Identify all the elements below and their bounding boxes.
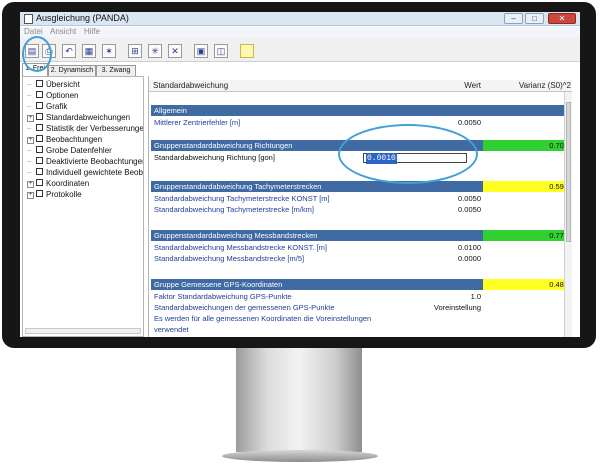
highlight-circle-toolbar xyxy=(22,36,52,72)
tree-item-uebersicht[interactable]: ┄ Übersicht xyxy=(27,80,143,90)
menu-hilfe[interactable]: Hilfe xyxy=(84,27,100,36)
table-icon[interactable]: ⊞ xyxy=(128,44,142,58)
scrollbar-thumb[interactable] xyxy=(566,102,571,242)
expand-icon[interactable]: + xyxy=(27,181,34,188)
expand-icon[interactable]: + xyxy=(27,115,34,122)
calculator-icon[interactable]: ▦ xyxy=(82,44,96,58)
tree-item-koordinaten[interactable]: + Koordinaten xyxy=(27,179,143,189)
menu-bar: Datei Ansicht Hilfe xyxy=(20,27,580,38)
note-icon[interactable] xyxy=(240,44,254,58)
node-icon xyxy=(36,135,43,142)
tab-zwang[interactable]: 3. Zwang xyxy=(96,65,136,76)
variance-badge: 0.488 xyxy=(483,279,571,290)
table-row[interactable]: Mittlerer Zentrierfehler [m] 0.0050 xyxy=(151,117,572,128)
tree-item-grobe-datenfehler[interactable]: ┄ Grobe Datenfehler xyxy=(27,146,143,156)
screen: Ausgleichung (PANDA) – □ ✕ Datei Ansicht… xyxy=(20,12,580,337)
tab-dynamisch[interactable]: 2. Dynamisch xyxy=(48,65,96,76)
tree-item-statistik[interactable]: ┄ Statistik der Verbesserungen xyxy=(27,124,143,134)
column-header-name[interactable]: Standardabweichung xyxy=(153,80,228,92)
toolbar: ▤ ⎙ ↶ ▦ ✶ ⊞ ✳ ✕ ▣ ◫ xyxy=(20,38,580,62)
close-button[interactable]: ✕ xyxy=(548,13,576,24)
section-row[interactable]: Gruppe Gemessene GPS-Koordinaten 0.488 xyxy=(151,279,572,290)
window-icon[interactable]: ▣ xyxy=(194,44,208,58)
tree-item-standardabweichungen[interactable]: + Standardabweichungen xyxy=(27,113,143,123)
node-icon xyxy=(36,157,43,164)
maximize-button[interactable]: □ xyxy=(525,13,544,24)
variance-badge: 0.773 xyxy=(483,230,571,241)
column-header-variance[interactable]: Varianz (S0)^2 xyxy=(485,80,571,92)
section-row[interactable]: Gruppenstandardabweichung Messbandstreck… xyxy=(151,230,572,241)
node-icon xyxy=(36,190,43,197)
section-row[interactable]: Allgemein xyxy=(151,105,572,116)
node-icon xyxy=(36,179,43,186)
table-row[interactable]: verwendet xyxy=(151,324,572,335)
variance-badge: 0.593 xyxy=(483,181,571,192)
table-row[interactable]: Standardabweichungen der gemessenen GPS-… xyxy=(151,302,572,313)
node-icon xyxy=(36,113,43,120)
network-cross-icon[interactable]: ✕ xyxy=(168,44,182,58)
menu-datei[interactable]: Datei xyxy=(24,27,43,36)
monitor-bezel: Ausgleichung (PANDA) – □ ✕ Datei Ansicht… xyxy=(2,2,596,348)
tree-item-deaktivierte[interactable]: ┄ Deaktivierte Beobachtungen xyxy=(27,157,143,167)
grid-vertical-scrollbar[interactable] xyxy=(564,92,572,337)
app-icon xyxy=(24,14,33,24)
tree-item-grafik[interactable]: ┄ Grafik xyxy=(27,102,143,112)
node-icon xyxy=(36,124,43,131)
expand-icon[interactable]: + xyxy=(27,137,34,144)
node-icon xyxy=(36,80,43,87)
grid-header: Standardabweichung Wert Varianz (S0)^2 xyxy=(149,80,572,92)
monitor-base xyxy=(222,450,378,462)
tree-item-protokolle[interactable]: + Protokolle xyxy=(27,190,143,200)
tree-horizontal-scrollbar[interactable] xyxy=(25,328,141,334)
table-row[interactable]: Standardabweichung Messbandstrecke KONST… xyxy=(151,242,572,253)
expand-icon[interactable]: + xyxy=(27,192,34,199)
network-select-icon[interactable]: ✳ xyxy=(148,44,162,58)
undo-icon[interactable]: ↶ xyxy=(62,44,76,58)
tree-item-individuell[interactable]: ┄ Individuell gewichtete Beob xyxy=(27,168,143,178)
node-icon xyxy=(36,91,43,98)
network-icon[interactable]: ✶ xyxy=(102,44,116,58)
navigation-tree: ┄ Übersicht ┄ Optionen ┄ Grafik + Standardab… xyxy=(22,76,144,337)
tree-item-optionen[interactable]: ┄ Optionen xyxy=(27,91,143,101)
window-title: Ausgleichung (PANDA) xyxy=(36,13,129,23)
properties-grid: Standardabweichung Wert Varianz (S0)^2 A… xyxy=(148,76,572,337)
tree-item-beobachtungen[interactable]: + Beobachtungen xyxy=(27,135,143,145)
section-row[interactable]: Gruppenstandardabweichung Tachymeterstre… xyxy=(151,181,572,192)
node-icon xyxy=(36,168,43,175)
table-row[interactable]: Standardabweichung Messbandstrecke [m/5]… xyxy=(151,253,572,264)
window-split-icon[interactable]: ◫ xyxy=(214,44,228,58)
menu-ansicht[interactable]: Ansicht xyxy=(50,27,76,36)
table-row[interactable]: Faktor Standardabweichung GPS-Punkte 1.0 xyxy=(151,291,572,302)
monitor-stand xyxy=(236,348,362,452)
highlight-circle-input xyxy=(338,124,478,184)
table-row[interactable]: Standardabweichung Tachymeterstrecke [m/… xyxy=(151,204,572,215)
table-row[interactable]: Standardabweichung Tachymeterstrecke KON… xyxy=(151,193,572,204)
minimize-button[interactable]: – xyxy=(504,13,523,24)
variance-badge: 0.708 xyxy=(483,140,571,151)
node-icon xyxy=(36,102,43,109)
column-header-value[interactable]: Wert xyxy=(379,80,481,92)
node-icon xyxy=(36,146,43,153)
table-row[interactable]: Es werden für alle gemessenen Koordinate… xyxy=(151,313,572,324)
title-bar: Ausgleichung (PANDA) – □ ✕ xyxy=(20,12,580,26)
